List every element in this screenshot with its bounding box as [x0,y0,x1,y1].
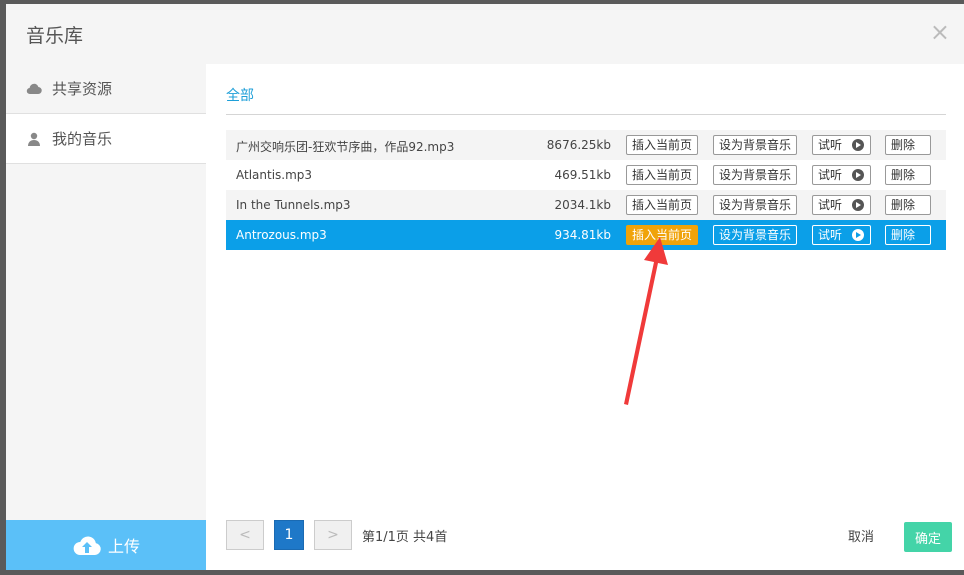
confirm-button[interactable]: 确定 [904,522,952,552]
sidebar-item-shared[interactable]: 共享资源 [6,64,206,114]
set-background-music-button[interactable]: 设为背景音乐 [713,165,798,185]
preview-button[interactable]: 试听 [812,135,871,155]
user-icon [26,131,42,147]
file-name: 广州交响乐团-狂欢节序曲，作品92.mp3 [236,140,455,154]
pagination: < 1 > 第1/1页 共4首 [226,520,447,550]
file-size: 8676.25kb [546,138,611,152]
table-row[interactable]: In the Tunnels.mp3 2034.1kb 插入当前页 设为背景音乐… [226,190,946,220]
upload-label: 上传 [107,537,140,556]
file-name: In the Tunnels.mp3 [236,198,351,212]
preview-label: 试听 [818,198,843,212]
preview-label: 试听 [818,138,843,152]
delete-button[interactable]: 删除 [885,225,931,245]
preview-button[interactable]: 试听 [812,165,871,185]
set-background-music-button[interactable]: 设为背景音乐 [713,225,798,245]
upload-button[interactable]: 上传 [6,520,206,570]
file-size: 934.81kb [554,228,611,242]
preview-button[interactable]: 试听 [812,195,871,215]
sidebar-item-label: 共享资源 [52,80,113,98]
main-panel: 全部 广州交响乐团-狂欢节序曲，作品92.mp3 8676.25kb 插入当前页… [206,64,964,570]
delete-button[interactable]: 删除 [885,165,931,185]
insert-current-page-button[interactable]: 插入当前页 [626,225,699,245]
cancel-button[interactable]: 取消 [848,526,874,545]
sidebar-item-my-music[interactable]: 我的音乐 [6,114,206,164]
dialog-header: 音乐库 × [6,4,964,64]
delete-button[interactable]: 删除 [885,135,931,155]
sidebar-item-label: 我的音乐 [52,130,113,148]
file-name: Antrozous.mp3 [236,228,327,242]
preview-button[interactable]: 试听 [812,225,871,245]
table-row[interactable]: 广州交响乐团-狂欢节序曲，作品92.mp3 8676.25kb 插入当前页 设为… [226,130,946,160]
file-size: 2034.1kb [554,198,611,212]
delete-button[interactable]: 删除 [885,195,931,215]
set-background-music-button[interactable]: 设为背景音乐 [713,135,798,155]
insert-current-page-button[interactable]: 插入当前页 [626,135,699,155]
sidebar: 共享资源 我的音乐 上传 [6,64,206,570]
preview-label: 试听 [818,168,843,182]
music-library-dialog: 音乐库 × 共享资源 我的音乐 上传 全部 广州交响乐团-狂欢节序曲，作品92.… [6,4,964,570]
dialog-title: 音乐库 [26,25,84,47]
next-page-button[interactable]: > [314,520,352,550]
close-icon[interactable]: × [930,20,950,44]
play-icon [852,169,864,181]
play-icon [852,139,864,151]
tab-all[interactable]: 全部 [226,85,254,105]
prev-page-button[interactable]: < [226,520,264,550]
table-row[interactable]: Atlantis.mp3 469.51kb 插入当前页 设为背景音乐 试听 删除 [226,160,946,190]
page-info: 第1/1页 共4首 [362,529,448,545]
divider [226,114,946,115]
page-number-button[interactable]: 1 [274,520,304,550]
insert-current-page-button[interactable]: 插入当前页 [626,165,699,185]
file-name: Atlantis.mp3 [236,168,313,182]
file-list: 广州交响乐团-狂欢节序曲，作品92.mp3 8676.25kb 插入当前页 设为… [226,130,946,250]
set-background-music-button[interactable]: 设为背景音乐 [713,195,798,215]
play-icon [852,229,864,241]
cloud-icon [26,81,42,97]
preview-label: 试听 [818,228,843,242]
insert-current-page-button[interactable]: 插入当前页 [626,195,699,215]
file-size: 469.51kb [554,168,611,182]
cloud-upload-icon [72,534,102,556]
play-icon [852,199,864,211]
table-row-selected[interactable]: Antrozous.mp3 934.81kb 插入当前页 设为背景音乐 试听 删… [226,220,946,250]
